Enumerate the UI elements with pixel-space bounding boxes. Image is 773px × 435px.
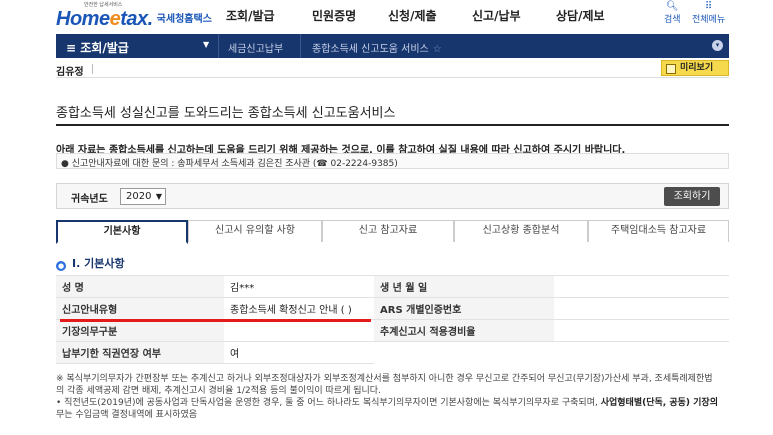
table-cell: 김*** [224,275,374,298]
table-cell [224,319,374,342]
table-cell [554,275,729,298]
gnb-item-apply[interactable]: 신청/제출 [388,7,437,24]
user-bar: 김유정 [56,60,729,78]
year-label: 귀속년도 [71,194,108,205]
gnb-item-filing[interactable]: 신고/납부 [472,7,521,24]
tab-reference[interactable]: 신고 참고자료 [322,220,454,242]
collapse-icon[interactable]: ▾ [712,40,723,51]
table-cell: 종합소득세 확정신고 안내 ( ) [224,297,374,320]
section-title: ● Ⅰ. 기본사항 [56,257,125,271]
tab-basic[interactable]: 기본사항 [56,220,188,244]
table-row: 성 명 김*** 생 년 월 일 [56,275,729,298]
inquiry-text: ● 신고안내자료에 대한 문의 : 송파세무서 소득세과 김은진 조사관 (☎ … [61,159,398,169]
table-header-cell: 추계신고시 적용경비율 [374,319,554,342]
footnote-line: • 직전년도(2019년)에 공동사업과 단독사업을 운영한 경우, 둘 중 어… [56,398,718,408]
divider [300,34,301,58]
table-cell [554,319,729,342]
tab-bar: 기본사항 신고시 유의할 사항 신고 참고자료 신고상황 종합분석 주택임대소득… [56,220,729,244]
search-submit-button[interactable]: 조회하기 [664,187,720,206]
section-bullet-icon: ● [56,261,66,271]
divider [92,64,93,74]
table-header-cell: 납부기한 직권연장 여부 [56,341,224,364]
table-header-cell: ARS 개별인증번호 [374,297,554,320]
table-header-cell: 기장의무구분 [56,319,224,342]
breadcrumb-current[interactable]: 종합소득세 신고도움 서비스 ☆ [312,40,442,55]
table-cell [554,297,729,320]
user-name: 김유정 [56,67,84,78]
page-title: 종합소득세 성실신고를 도와드리는 종합소득세 신고도움서비스 [56,106,396,121]
inquiry-box: ● 신고안내자료에 대한 문의 : 송파세무서 소득세과 김은진 조사관 (☎ … [56,153,729,169]
table-cell [374,342,554,364]
year-filter: 귀속년도 2020 ▼ 조회하기 [56,183,729,209]
table-row: 납부기한 직권연장 여부 여 [56,341,729,364]
table-cell: 여 [224,341,374,364]
search-button[interactable]: 🔍︎ 검색 [664,1,681,26]
gnb-item-inquiry[interactable]: 조회/발급 [226,7,275,24]
year-select[interactable]: 2020 ▼ [120,188,166,205]
chevron-down-icon: ▼ [155,192,162,201]
table-cell [554,342,729,364]
breadcrumb-tax-filing[interactable]: 세금신고납부 [228,40,283,55]
location-bar: ≡ 조회/발급 ▼ 세금신고납부 종합소득세 신고도움 서비스 ☆ ▾ [56,34,729,58]
chevron-down-icon[interactable]: ▼ [203,40,209,49]
footnote-line: ※ 복식부기의무자가 간편장부 또는 추계신고 하거나 외부조정대상자가 외부조… [56,374,713,384]
footnote-line: 무는 수입금액 결정내역에 표시하였음 [56,410,198,420]
divider [218,34,219,58]
table-header-cell: 신고안내유형 [56,297,224,320]
grid-icon: ⠿ [704,1,713,12]
all-menu-button[interactable]: ⠿ 전체메뉴 [692,1,725,26]
top-header: 안전한 납세서비스 Homeetax. 국세청홈택스 조회/발급 민원증명 신청… [0,0,773,34]
global-nav: 조회/발급 민원증명 신청/제출 신고/납부 상담/제보 [0,7,773,27]
highlight-underline [60,319,371,322]
search-icon: 🔍︎ [665,1,679,12]
footnote-line: 의 각종 세액공제 감면 배제, 추계신고시 경비율 1/2적용 등의 불이익이… [56,386,381,396]
table-header-cell: 성 명 [56,275,224,298]
title-divider [56,124,729,126]
gnb-item-consult[interactable]: 상담/제보 [556,7,605,24]
table-header-cell: 생 년 월 일 [374,275,554,298]
tab-analysis[interactable]: 신고상황 종합분석 [454,220,588,242]
table-row: 기장의무구분 추계신고시 적용경비율 [56,319,729,342]
tab-cautions[interactable]: 신고시 유의할 사항 [188,220,322,242]
current-menu[interactable]: ≡ 조회/발급 [66,39,129,56]
star-icon[interactable]: ☆ [433,44,442,55]
table-row: 신고안내유형 종합소득세 확정신고 안내 ( ) ARS 개별인증번호 [56,297,729,320]
preview-button[interactable]: 미리보기 [661,60,729,76]
tab-rental-income[interactable]: 주택임대소득 참고자료 [588,220,729,242]
gnb-item-certificates[interactable]: 민원증명 [312,7,356,24]
